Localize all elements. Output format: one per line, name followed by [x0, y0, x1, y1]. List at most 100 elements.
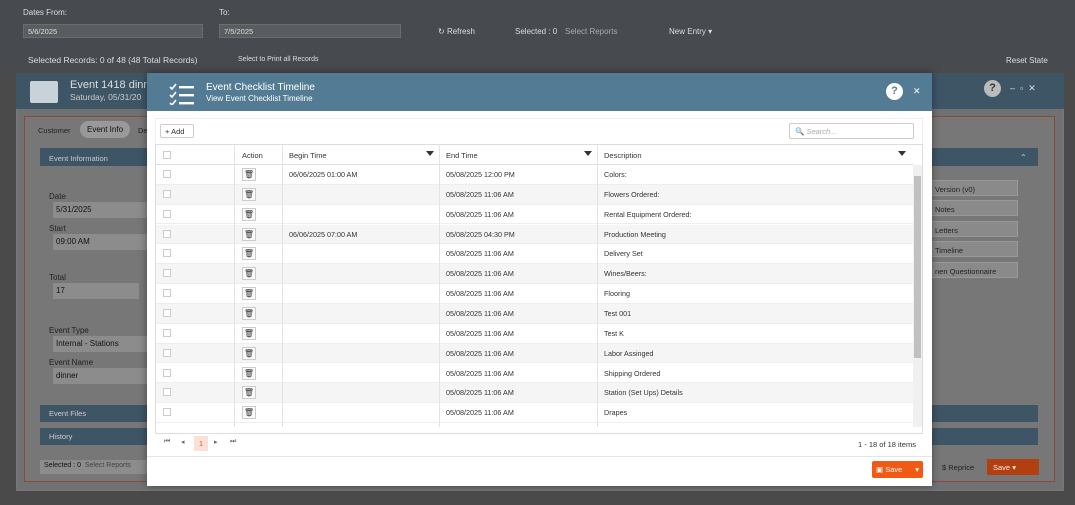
pager-prev-icon[interactable]: ◂ [181, 438, 185, 446]
refresh-button[interactable]: ↻ Refresh [438, 27, 475, 36]
row-checkbox[interactable] [163, 408, 171, 417]
save-dropdown-icon[interactable]: ▾ [915, 465, 919, 474]
description-cell: Delivery Set [604, 249, 643, 259]
filter-icon[interactable] [898, 151, 906, 156]
pager-next-icon[interactable]: ▸ [214, 438, 218, 446]
delete-icon[interactable]: 🗑 [242, 267, 256, 281]
delete-icon[interactable]: 🗑 [242, 386, 256, 400]
event-type-select[interactable]: Internal - Stations [53, 336, 147, 352]
pager-current-page[interactable]: 1 [194, 436, 208, 451]
table-row[interactable]: 🗑 05/08/2025 11:06 AM Shipping Ordered [156, 364, 913, 384]
help-icon[interactable]: ? [886, 83, 903, 100]
filter-icon[interactable] [426, 151, 434, 156]
table-row[interactable]: 🗑 05/08/2025 11:06 AM Delivery Set [156, 244, 913, 265]
window-controls[interactable]: – ▫ ✕ [1010, 83, 1036, 94]
delete-icon[interactable]: 🗑 [242, 187, 256, 201]
search-input[interactable]: 🔍 Search... [789, 123, 914, 139]
begin-time-cell: 06/06/2025 01:00 AM [289, 170, 358, 179]
delete-icon[interactable]: 🗑 [242, 406, 256, 420]
save-button[interactable]: ▣ Save ▾ [872, 461, 923, 478]
row-checkbox[interactable] [163, 209, 171, 218]
table-row[interactable]: 🗑 05/08/2025 11:06 AM Wines/Beers: [156, 264, 913, 285]
delete-icon[interactable]: 🗑 [242, 326, 256, 340]
delete-icon[interactable]: 🗑 [242, 247, 256, 261]
pager-last-icon[interactable]: ⏭ [230, 438, 236, 446]
end-time-cell: 05/08/2025 11:06 AM [446, 189, 514, 199]
end-time-cell: 05/08/2025 11:06 AM [446, 249, 514, 259]
timeline-button[interactable]: Timeline [928, 241, 1018, 257]
close-icon[interactable]: ✕ [913, 86, 921, 97]
table-row[interactable]: 🗑 05/08/2025 11:06 AM Test K [156, 324, 913, 344]
event-icon [30, 81, 58, 103]
event-name-input[interactable]: dinner [53, 368, 147, 384]
row-checkbox[interactable] [163, 269, 171, 278]
select-to-print[interactable]: Select to Print all Records [238, 56, 319, 63]
reprice-button[interactable]: $ Reprice [942, 463, 974, 472]
delete-icon[interactable]: 🗑 [242, 306, 256, 320]
to-input[interactable]: 7/5/2025 [219, 24, 401, 38]
delete-icon[interactable]: 🗑 [242, 287, 256, 301]
total-input[interactable]: 17 [53, 283, 139, 299]
scrollbar-thumb[interactable] [914, 176, 921, 358]
end-time-cell: 05/08/2025 11:06 AM [446, 308, 514, 318]
table-row[interactable]: 🗑 05/08/2025 11:06 AM Drapes [156, 403, 913, 423]
delete-icon[interactable]: 🗑 [242, 207, 256, 221]
row-checkbox[interactable] [163, 249, 171, 258]
table-row[interactable]: 🗑 05/08/2025 11:06 AM Rental Equipment Ord… [156, 205, 913, 225]
dates-from-input[interactable]: 5/6/2025 [23, 24, 203, 38]
select-reports-input[interactable]: Select Reports [565, 27, 617, 36]
refresh-label: Refresh [446, 27, 475, 36]
table-row[interactable]: 🗑 05/08/2025 11:06 AM Flowers Ordered: [156, 184, 913, 205]
bg-save-button[interactable]: Save ▾ [987, 459, 1039, 475]
column-begin-time[interactable]: Begin Time [289, 151, 327, 160]
row-checkbox[interactable] [163, 368, 171, 377]
table-row[interactable]: 🗑 05/08/2025 11:06 AM Labor Assinged [156, 343, 913, 364]
start-input[interactable]: 09:00 AM [53, 234, 147, 250]
help-icon-bg[interactable]: ? [984, 80, 1001, 97]
description-cell: Production Meeting [604, 229, 666, 239]
row-checkbox[interactable] [163, 308, 171, 317]
delete-icon[interactable]: 🗑 [242, 346, 256, 360]
delete-icon[interactable]: 🗑 [242, 227, 256, 241]
version-button[interactable]: Version (v0) [928, 180, 1018, 196]
notes-button[interactable]: Notes [928, 200, 1018, 216]
new-entry-button[interactable]: New Entry ▾ [669, 27, 712, 36]
tab-customer[interactable]: Customer [38, 126, 71, 135]
row-checkbox[interactable] [163, 170, 171, 178]
footer-divider [147, 456, 932, 457]
delete-icon[interactable]: 🗑 [242, 366, 256, 380]
table-row[interactable]: 🗑 05/08/2025 11:06 AM Station (Set Ups) De… [156, 383, 913, 404]
filter-icon[interactable] [584, 151, 592, 156]
collapse-icon[interactable]: ⌃ [1020, 153, 1027, 162]
table-row[interactable]: 🗑 06/06/2025 01:00 AM 05/08/2025 12:00 PM C… [156, 165, 913, 185]
table-row[interactable]: 🗑 06/06/2025 07:00 AM 05/08/2025 04:30 PM P… [156, 224, 913, 245]
questionnaire-button[interactable]: nen Questionnaire [928, 262, 1018, 278]
select-all-checkbox[interactable] [163, 151, 171, 159]
save-label: Save [885, 465, 903, 474]
row-checkbox[interactable] [163, 189, 171, 198]
pager-info: 1 - 18 of 18 items [858, 440, 916, 449]
reset-state-button[interactable]: Reset State [1006, 56, 1048, 65]
end-time-cell: 05/08/2025 12:00 PM [446, 170, 515, 179]
selected-records: Selected Records: 0 of 48 (48 Total Reco… [28, 55, 198, 65]
description-cell: Wines/Beers: [604, 269, 647, 279]
footer-select-reports[interactable]: Select Reports [85, 462, 131, 469]
letters-button[interactable]: Letters [928, 221, 1018, 237]
pager-first-icon[interactable]: ⏮ [164, 438, 170, 446]
row-checkbox[interactable] [163, 348, 171, 357]
row-checkbox[interactable] [163, 328, 171, 337]
tab-event-info[interactable]: Event Info [80, 121, 131, 138]
delete-icon[interactable]: 🗑 [242, 168, 256, 181]
row-checkbox[interactable] [163, 229, 171, 238]
column-description[interactable]: Description [604, 151, 642, 160]
add-button[interactable]: + Add [160, 124, 194, 138]
table-row[interactable]: 🗑 05/08/2025 11:06 AM Flooring [156, 284, 913, 304]
event-name-label: Event Name [49, 358, 94, 367]
checklist-icon [169, 83, 194, 105]
row-checkbox[interactable] [163, 388, 171, 397]
column-end-time[interactable]: End Time [446, 151, 478, 160]
begin-time-cell: 06/06/2025 07:00 AM [289, 229, 358, 239]
date-input[interactable]: 5/31/2025 [53, 202, 147, 218]
table-row[interactable]: 🗑 05/08/2025 11:06 AM Test 001 [156, 303, 913, 324]
row-checkbox[interactable] [163, 289, 171, 298]
